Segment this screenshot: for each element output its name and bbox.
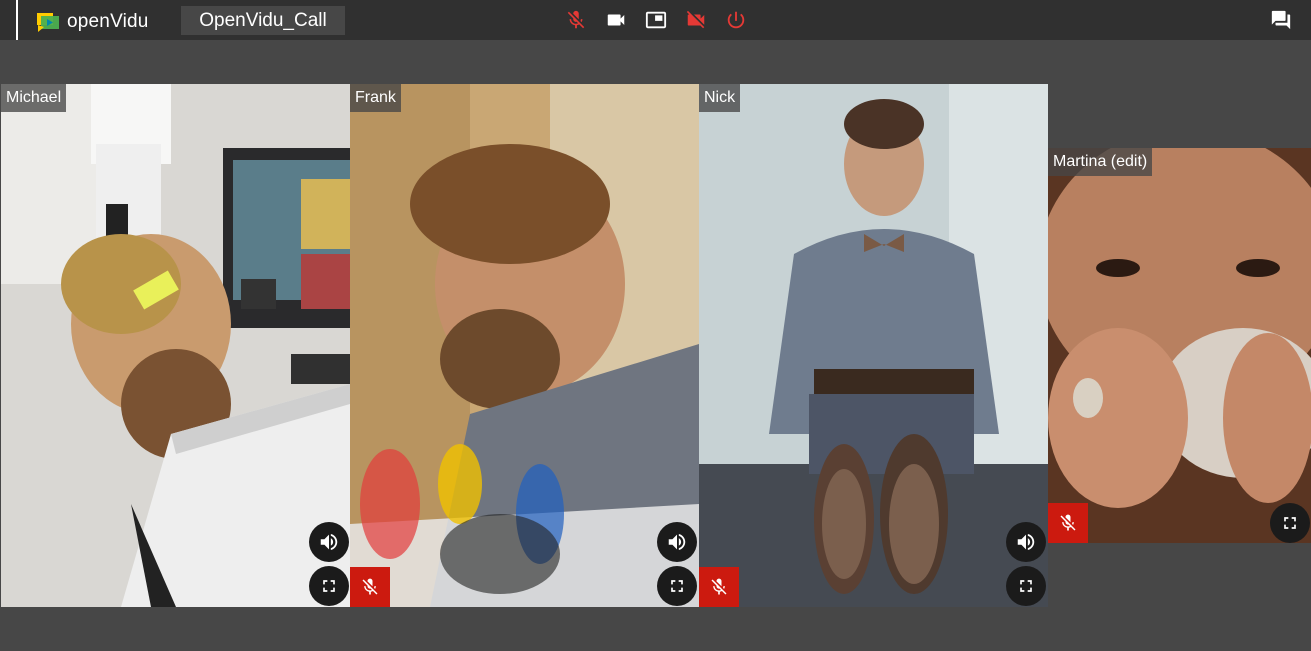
participant-tile-frank: Frank bbox=[350, 84, 699, 607]
volume-button[interactable] bbox=[309, 522, 349, 562]
volume-icon bbox=[1017, 533, 1035, 551]
muted-indicator bbox=[350, 567, 390, 607]
participant-name[interactable]: Martina (edit) bbox=[1048, 148, 1153, 176]
fullscreen-button[interactable] bbox=[657, 566, 697, 606]
fullscreen-icon bbox=[1020, 580, 1032, 592]
volume-icon bbox=[320, 533, 338, 551]
video-grid: Michael Frank Nick Martina (edit) bbox=[0, 0, 1311, 651]
fullscreen-icon bbox=[323, 580, 335, 592]
fullscreen-button[interactable] bbox=[1006, 566, 1046, 606]
fullscreen-icon bbox=[1284, 517, 1296, 529]
participant-tile-michael: Michael bbox=[1, 84, 350, 607]
volume-button[interactable] bbox=[1006, 522, 1046, 562]
fullscreen-icon bbox=[671, 580, 683, 592]
participant-tile-nick: Nick bbox=[699, 84, 1048, 607]
fullscreen-button[interactable] bbox=[309, 566, 349, 606]
mic-off-icon bbox=[362, 578, 378, 595]
volume-button[interactable] bbox=[657, 522, 697, 562]
mic-off-icon bbox=[711, 578, 727, 595]
participant-name[interactable]: Frank bbox=[350, 84, 401, 112]
participant-video bbox=[1, 84, 350, 607]
fullscreen-button[interactable] bbox=[1270, 503, 1310, 543]
volume-icon bbox=[668, 533, 686, 551]
participant-video bbox=[350, 84, 699, 607]
participant-video bbox=[1048, 148, 1311, 543]
muted-indicator bbox=[699, 567, 739, 607]
participant-name[interactable]: Nick bbox=[699, 84, 741, 112]
participant-name[interactable]: Michael bbox=[1, 84, 67, 112]
mic-off-icon bbox=[1060, 514, 1076, 531]
muted-indicator bbox=[1048, 503, 1088, 543]
participant-tile-martina: Martina (edit) bbox=[1048, 148, 1311, 543]
participant-video bbox=[699, 84, 1048, 607]
